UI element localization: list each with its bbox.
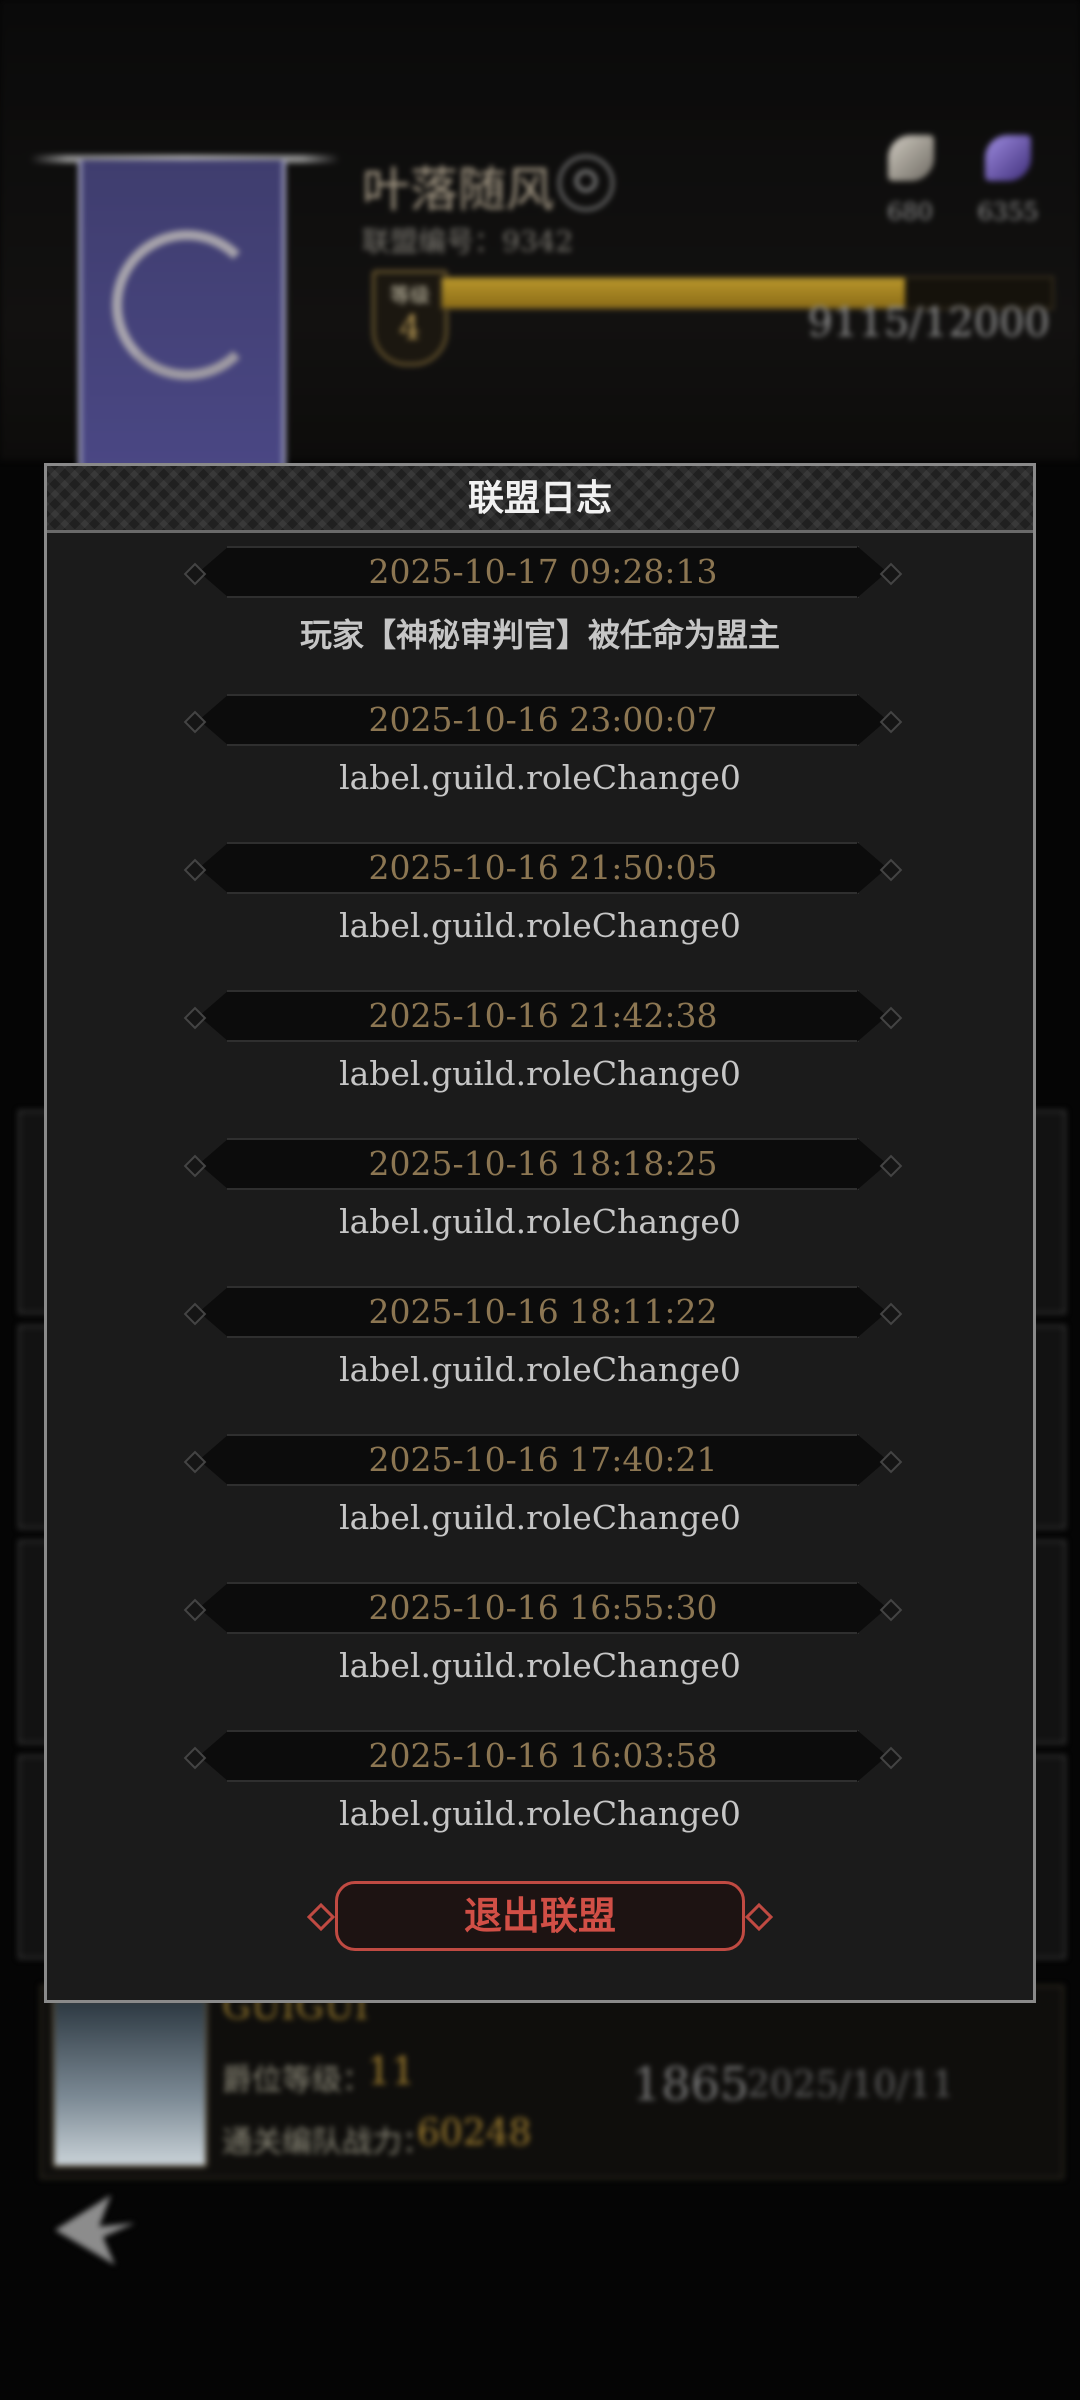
- timestamp-bar: 2025-10-17 09:28:13: [183, 546, 903, 598]
- log-entry: 2025-10-16 21:42:38 label.guild.roleChang…: [47, 990, 1033, 1138]
- feather-resource-icon: [888, 135, 934, 181]
- avatar: [52, 1997, 208, 2168]
- guild-emblem-icon: [112, 230, 262, 380]
- quit-guild-button[interactable]: 退出联盟: [335, 1881, 745, 1951]
- guild-level-badge: 等级 4: [372, 270, 448, 366]
- guild-id: 联盟编号：9342: [362, 225, 574, 258]
- log-entry: 2025-10-16 16:55:30 label.guild.roleChang…: [47, 1582, 1033, 1730]
- guild-log-dialog: 联盟日志 2025-10-17 09:28:13 玩家【神秘审判官】被任命为盟主 2…: [44, 463, 1036, 2003]
- log-message: 玩家【神秘审判官】被任命为盟主: [299, 616, 780, 654]
- member-level: 11: [367, 2049, 416, 2093]
- member-power: 60248: [417, 2113, 532, 2154]
- log-entry: 2025-10-16 18:11:22 label.guild.roleChang…: [47, 1286, 1033, 1434]
- timestamp-bar: 2025-10-16 23:00:07: [183, 694, 903, 746]
- timestamp-bar: 2025-10-16 16:03:58: [183, 1730, 903, 1782]
- log-entry: 2025-10-16 18:18:25 label.guild.roleChang…: [47, 1138, 1033, 1286]
- log-timestamp: 2025-10-16 18:11:22: [368, 1292, 718, 1331]
- quit-guild-button-wrap: 退出联盟: [305, 1881, 775, 1956]
- ornament-icon: [306, 1902, 336, 1932]
- log-message: label.guild.roleChange0: [339, 1054, 741, 1093]
- guild-name: 叶落随风: [362, 162, 555, 218]
- search-icon[interactable]: [558, 155, 614, 211]
- log-timestamp: 2025-10-16 21:42:38: [368, 996, 718, 1035]
- log-message: label.guild.roleChange0: [339, 1498, 741, 1537]
- dialog-title: 联盟日志: [467, 477, 612, 519]
- log-timestamp: 2025-10-16 23:00:07: [368, 700, 718, 739]
- member-level-label: 爵位等级：: [222, 2063, 372, 2098]
- timestamp-bar: 2025-10-16 16:55:30: [183, 1582, 903, 1634]
- level-label: 等级: [390, 283, 430, 307]
- log-entry: 2025-10-16 21:50:05 label.guild.roleChang…: [47, 842, 1033, 990]
- log-timestamp: 2025-10-16 16:03:58: [368, 1736, 718, 1775]
- timestamp-bar: 2025-10-16 17:40:21: [183, 1434, 903, 1486]
- member-date: 2025/10/11: [747, 2065, 955, 2106]
- member-power-label: 通关编队战力：: [222, 2125, 432, 2160]
- gem-resource-icon: [985, 135, 1031, 181]
- timestamp-bar: 2025-10-16 18:11:22: [183, 1286, 903, 1338]
- log-entry: 2025-10-16 16:03:58 label.guild.roleChang…: [47, 1730, 1033, 1878]
- log-message: label.guild.roleChange0: [339, 1646, 741, 1685]
- level-value: 4: [399, 308, 421, 348]
- log-message: label.guild.roleChange0: [339, 1350, 741, 1389]
- log-message: label.guild.roleChange0: [339, 1794, 741, 1833]
- member-row[interactable]: GUIGUI 爵位等级： 11 通关编队战力： 60248 1865 2025/…: [40, 1985, 1064, 2179]
- log-timestamp: 2025-10-16 17:40:21: [368, 1440, 718, 1479]
- resource-2-value: 6355: [977, 198, 1039, 226]
- log-timestamp: 2025-10-16 21:50:05: [368, 848, 718, 887]
- log-entry: 2025-10-16 17:40:21 label.guild.roleChang…: [47, 1434, 1033, 1582]
- member-rank: 1865: [632, 2057, 750, 2111]
- log-entry: 2025-10-16 23:00:07 label.guild.roleChang…: [47, 694, 1033, 842]
- log-timestamp: 2025-10-16 18:18:25: [368, 1144, 718, 1183]
- log-timestamp: 2025-10-17 09:28:13: [368, 552, 718, 591]
- log-list[interactable]: 2025-10-17 09:28:13 玩家【神秘审判官】被任命为盟主 2025-1…: [47, 546, 1033, 1878]
- ornament-icon: [744, 1902, 774, 1932]
- log-message: label.guild.roleChange0: [339, 906, 741, 945]
- back-arrow-icon[interactable]: [55, 2195, 135, 2265]
- resource-1-value: 680: [887, 198, 933, 226]
- timestamp-bar: 2025-10-16 18:18:25: [183, 1138, 903, 1190]
- log-timestamp: 2025-10-16 16:55:30: [368, 1588, 718, 1627]
- log-message: label.guild.roleChange0: [339, 1202, 741, 1241]
- log-message: label.guild.roleChange0: [339, 758, 741, 797]
- timestamp-bar: 2025-10-16 21:42:38: [183, 990, 903, 1042]
- log-entry: 2025-10-17 09:28:13 玩家【神秘审判官】被任命为盟主: [47, 546, 1033, 694]
- timestamp-bar: 2025-10-16 21:50:05: [183, 842, 903, 894]
- xp-text: 9115/12000: [807, 300, 1050, 346]
